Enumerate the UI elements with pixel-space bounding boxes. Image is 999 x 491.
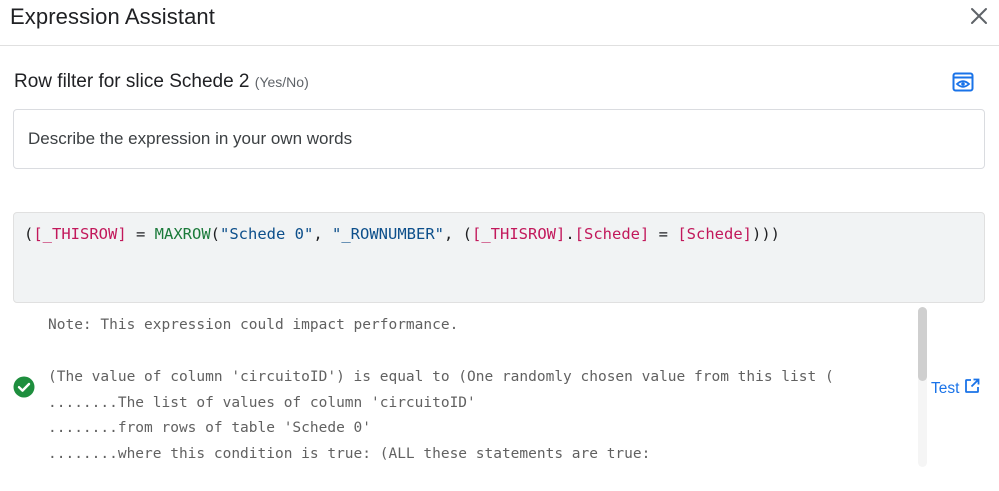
expression-token-plain: , (: [444, 225, 472, 243]
expression-editor[interactable]: ([_THISROW] = MAXROW("Schede 0", "_ROWNU…: [13, 212, 985, 303]
expression-token-plain: =: [126, 225, 155, 243]
output-line: ........from rows of table 'Schede 0': [48, 420, 372, 436]
output-scrollbar[interactable]: [918, 307, 927, 467]
field-label-text: Row filter for slice Schede 2: [14, 71, 250, 92]
expression-token-ref: [Schede]: [574, 225, 650, 243]
expression-text: ([_THISROW] = MAXROW("Schede 0", "_ROWNU…: [24, 225, 780, 243]
test-button[interactable]: Test: [931, 378, 980, 399]
resize-grip-icon[interactable]: [972, 290, 981, 299]
expression-token-plain: (: [210, 225, 221, 243]
expression-token-ref: [_THISROW]: [33, 225, 127, 243]
expression-token-ref: [_THISROW]: [472, 225, 566, 243]
expression-token-plain: =: [649, 225, 678, 243]
expression-token-plain: .: [565, 225, 575, 243]
output-line: ........The list of values of column 'ci…: [48, 395, 476, 411]
open-in-new-icon: [964, 378, 980, 399]
expression-token-str: "_ROWNUMBER": [332, 225, 444, 243]
expression-token-plain: ,: [313, 225, 333, 243]
close-icon[interactable]: [969, 6, 989, 26]
expression-output: Note: This expression could impact perfo…: [0, 307, 930, 491]
eye-icon[interactable]: [952, 71, 974, 93]
field-type: (Yes/No): [254, 74, 309, 90]
field-label: Row filter for slice Schede 2 (Yes/No): [14, 71, 309, 93]
output-line: ........where this condition is true: (A…: [48, 446, 651, 462]
expression-token-str: "Schede 0": [220, 225, 314, 243]
performance-note: Note: This expression could impact perfo…: [48, 317, 459, 333]
output-line: (The value of column 'circuitoID') is eq…: [48, 369, 834, 385]
dialog-header: Expression Assistant: [0, 0, 999, 46]
dialog-title: Expression Assistant: [10, 4, 215, 29]
expression-token-plain: ))): [751, 225, 780, 243]
expression-token-fn: MAXROW: [154, 225, 211, 243]
describe-expression-input[interactable]: [13, 109, 985, 169]
expression-token-ref: [Schede]: [677, 225, 752, 243]
test-label: Test: [931, 379, 960, 397]
scrollbar-thumb[interactable]: [918, 307, 927, 381]
check-circle-icon: [13, 376, 35, 398]
expression-token-plain: (: [24, 225, 34, 243]
